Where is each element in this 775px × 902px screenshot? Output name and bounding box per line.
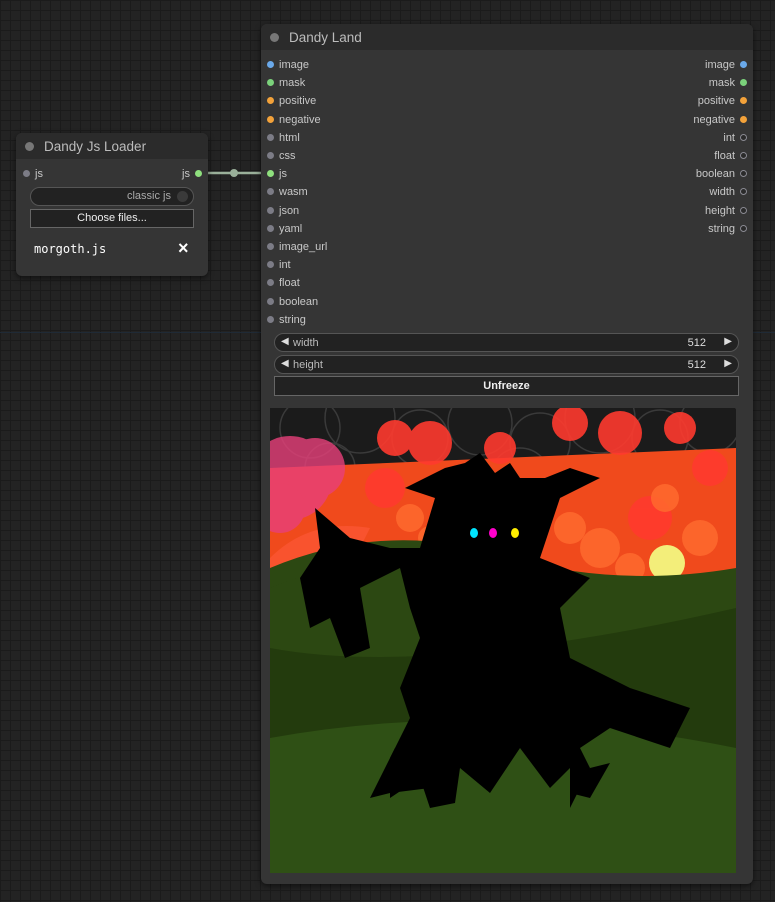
increment-arrow-icon[interactable]: ▶ xyxy=(724,358,732,369)
output-slot-negative[interactable]: negative xyxy=(693,113,747,127)
input-slot-positive[interactable]: positive xyxy=(267,94,316,108)
width-widget[interactable]: ◀ width 512 ▶ xyxy=(274,333,739,352)
input-port[interactable] xyxy=(267,206,274,214)
decrement-arrow-icon[interactable]: ◀ xyxy=(281,336,289,347)
output-port[interactable] xyxy=(195,170,202,177)
input-port[interactable] xyxy=(267,61,274,68)
input-slot-js[interactable]: js xyxy=(267,167,287,181)
output-slot-height[interactable]: height xyxy=(705,204,747,218)
collapse-dot[interactable] xyxy=(25,141,34,151)
output-port[interactable] xyxy=(740,61,747,68)
output-port[interactable] xyxy=(740,79,747,87)
input-slot-css[interactable]: css xyxy=(267,149,296,163)
input-port[interactable] xyxy=(267,279,274,287)
output-port[interactable] xyxy=(740,188,747,196)
height-widget[interactable]: ◀ height 512 ▶ xyxy=(274,355,739,374)
input-port[interactable] xyxy=(267,97,274,105)
node-dandy-js-loader[interactable]: Dandy Js Loader js js classic js Choose … xyxy=(16,133,208,276)
output-port[interactable] xyxy=(740,115,747,123)
output-slot-string[interactable]: string xyxy=(708,222,747,236)
input-port[interactable] xyxy=(267,315,274,323)
input-slot-json[interactable]: json xyxy=(267,204,299,218)
output-port[interactable] xyxy=(740,170,747,178)
input-slot-string[interactable]: string xyxy=(267,313,306,327)
input-slot-negative[interactable]: negative xyxy=(267,113,321,127)
preview-image xyxy=(270,408,736,873)
choose-files-button[interactable]: Choose files... xyxy=(30,209,194,228)
file-name: morgoth.js xyxy=(34,242,107,256)
output-slot-width[interactable]: width xyxy=(709,185,747,199)
input-port[interactable] xyxy=(267,243,274,250)
input-port[interactable] xyxy=(267,152,274,159)
output-port[interactable] xyxy=(740,206,747,214)
node-title: Dandy Js Loader xyxy=(44,138,147,154)
input-port[interactable] xyxy=(23,170,30,177)
increment-arrow-icon[interactable]: ▶ xyxy=(724,336,732,347)
input-slot-float[interactable]: float xyxy=(267,276,300,290)
output-slot-image[interactable]: image xyxy=(705,58,747,72)
input-slot-js[interactable]: js xyxy=(23,167,43,181)
collapse-dot[interactable] xyxy=(270,32,279,42)
input-port[interactable] xyxy=(267,170,274,178)
input-port[interactable] xyxy=(267,133,274,141)
unfreeze-button[interactable]: Unfreeze xyxy=(274,376,739,396)
output-slot-float[interactable]: float xyxy=(714,149,747,163)
input-slot-wasm[interactable]: wasm xyxy=(267,185,308,199)
close-icon[interactable]: × xyxy=(178,238,189,259)
output-slot-js[interactable]: js xyxy=(182,167,202,181)
node-title-bar[interactable]: Dandy Js Loader xyxy=(16,133,208,159)
input-slot-image_url[interactable]: image_url xyxy=(267,240,327,254)
input-port[interactable] xyxy=(267,188,274,196)
input-port[interactable] xyxy=(267,297,274,305)
input-slot-image[interactable]: image xyxy=(267,58,309,72)
output-slot-mask[interactable]: mask xyxy=(709,76,747,90)
decrement-arrow-icon[interactable]: ◀ xyxy=(281,358,289,369)
output-port[interactable] xyxy=(740,133,747,141)
output-slot-boolean[interactable]: boolean xyxy=(696,167,747,181)
classic-js-toggle[interactable]: classic js xyxy=(30,187,194,206)
input-port[interactable] xyxy=(267,79,274,87)
node-title: Dandy Land xyxy=(289,29,362,45)
input-port[interactable] xyxy=(267,224,274,232)
node-title-bar[interactable]: Dandy Land xyxy=(261,24,753,50)
input-slot-mask[interactable]: mask xyxy=(267,76,305,90)
output-port[interactable] xyxy=(740,152,747,159)
input-slot-yaml[interactable]: yaml xyxy=(267,222,302,236)
input-port[interactable] xyxy=(267,261,274,269)
preview-canvas[interactable] xyxy=(270,408,736,873)
input-slot-boolean[interactable]: boolean xyxy=(267,295,318,309)
input-slot-int[interactable]: int xyxy=(267,258,291,272)
output-port[interactable] xyxy=(740,224,747,232)
output-slot-int[interactable]: int xyxy=(723,131,747,145)
output-port[interactable] xyxy=(740,97,747,105)
toggle-knob[interactable] xyxy=(177,191,188,202)
input-slot-html[interactable]: html xyxy=(267,131,300,145)
input-port[interactable] xyxy=(267,115,274,123)
output-slot-positive[interactable]: positive xyxy=(698,94,747,108)
